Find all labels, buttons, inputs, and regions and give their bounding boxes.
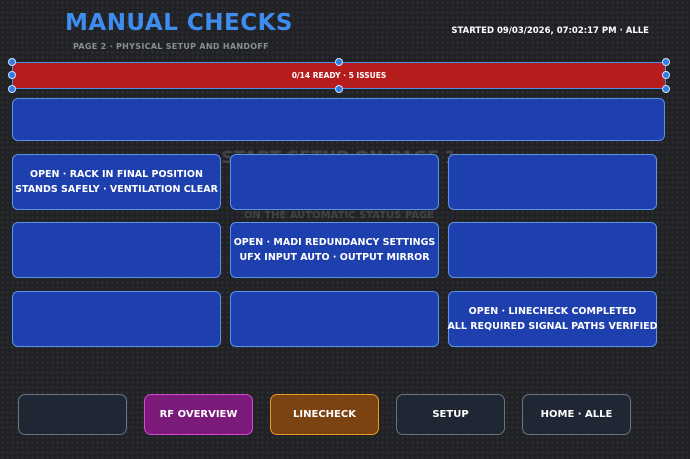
status-text: 0/14 READY · 5 ISSUES: [291, 71, 387, 80]
background-hint-subtitle: ON THE AUTOMATIC STATUS PAGE: [243, 210, 435, 221]
check-card-r2c1[interactable]: [12, 222, 221, 278]
check-card-madi-redundancy[interactable]: OPEN · MADI REDUNDANCY SETTINGS UFX INPU…: [230, 222, 439, 278]
check-card-line-1: OPEN · LINECHECK COMPLETED: [468, 305, 637, 317]
check-card-line-2: UFX INPUT AUTO · OUTPUT MIRROR: [239, 252, 430, 263]
home-label: HOME · ALLE: [540, 409, 613, 420]
page-subtitle: PAGE 2 · PHYSICAL SETUP AND HANDOFF: [73, 42, 269, 51]
resize-handle-top-center[interactable]: [335, 58, 343, 66]
resize-handle-bottom-center[interactable]: [335, 85, 343, 93]
check-card-line-2: ALL REQUIRED SIGNAL PATHS VERIFIED: [447, 321, 658, 332]
resize-handle-top-right[interactable]: [662, 58, 670, 66]
check-card-r3c1[interactable]: [12, 291, 221, 347]
linecheck-label: LINECHECK: [293, 409, 356, 420]
resize-handle-bottom-right[interactable]: [662, 85, 670, 93]
check-card-r2c3[interactable]: [448, 222, 657, 278]
check-card-linecheck-completed[interactable]: OPEN · LINECHECK COMPLETED ALL REQUIRED …: [447, 291, 658, 347]
setup-button[interactable]: SETUP: [396, 394, 505, 435]
nav-blank-button[interactable]: [18, 394, 127, 435]
rf-overview-label: RF OVERVIEW: [159, 409, 238, 420]
rf-overview-button[interactable]: RF OVERVIEW: [144, 394, 253, 435]
started-timestamp: STARTED 09/03/2026, 07:02:17 PM · ALLE: [451, 26, 649, 36]
check-card-wide[interactable]: [12, 98, 665, 141]
resize-handle-middle-left[interactable]: [8, 71, 16, 79]
resize-handle-bottom-left[interactable]: [8, 85, 16, 93]
check-card-line-1: OPEN · RACK IN FINAL POSITION: [30, 168, 203, 180]
linecheck-button[interactable]: LINECHECK: [270, 394, 379, 435]
page-title: MANUAL CHECKS: [65, 10, 293, 36]
check-card-r1c3[interactable]: [448, 154, 657, 210]
home-button[interactable]: HOME · ALLE: [522, 394, 631, 435]
setup-label: SETUP: [432, 409, 469, 420]
check-card-r3c2[interactable]: [230, 291, 439, 347]
resize-handle-middle-right[interactable]: [662, 71, 670, 79]
check-card-r1c2[interactable]: [230, 154, 439, 210]
check-card-line-1: OPEN · MADI REDUNDANCY SETTINGS: [233, 236, 436, 248]
check-card-line-2: STANDS SAFELY · VENTILATION CLEAR: [15, 184, 218, 195]
check-card-rack-position[interactable]: OPEN · RACK IN FINAL POSITION STANDS SAF…: [12, 154, 221, 210]
resize-handle-top-left[interactable]: [8, 58, 16, 66]
